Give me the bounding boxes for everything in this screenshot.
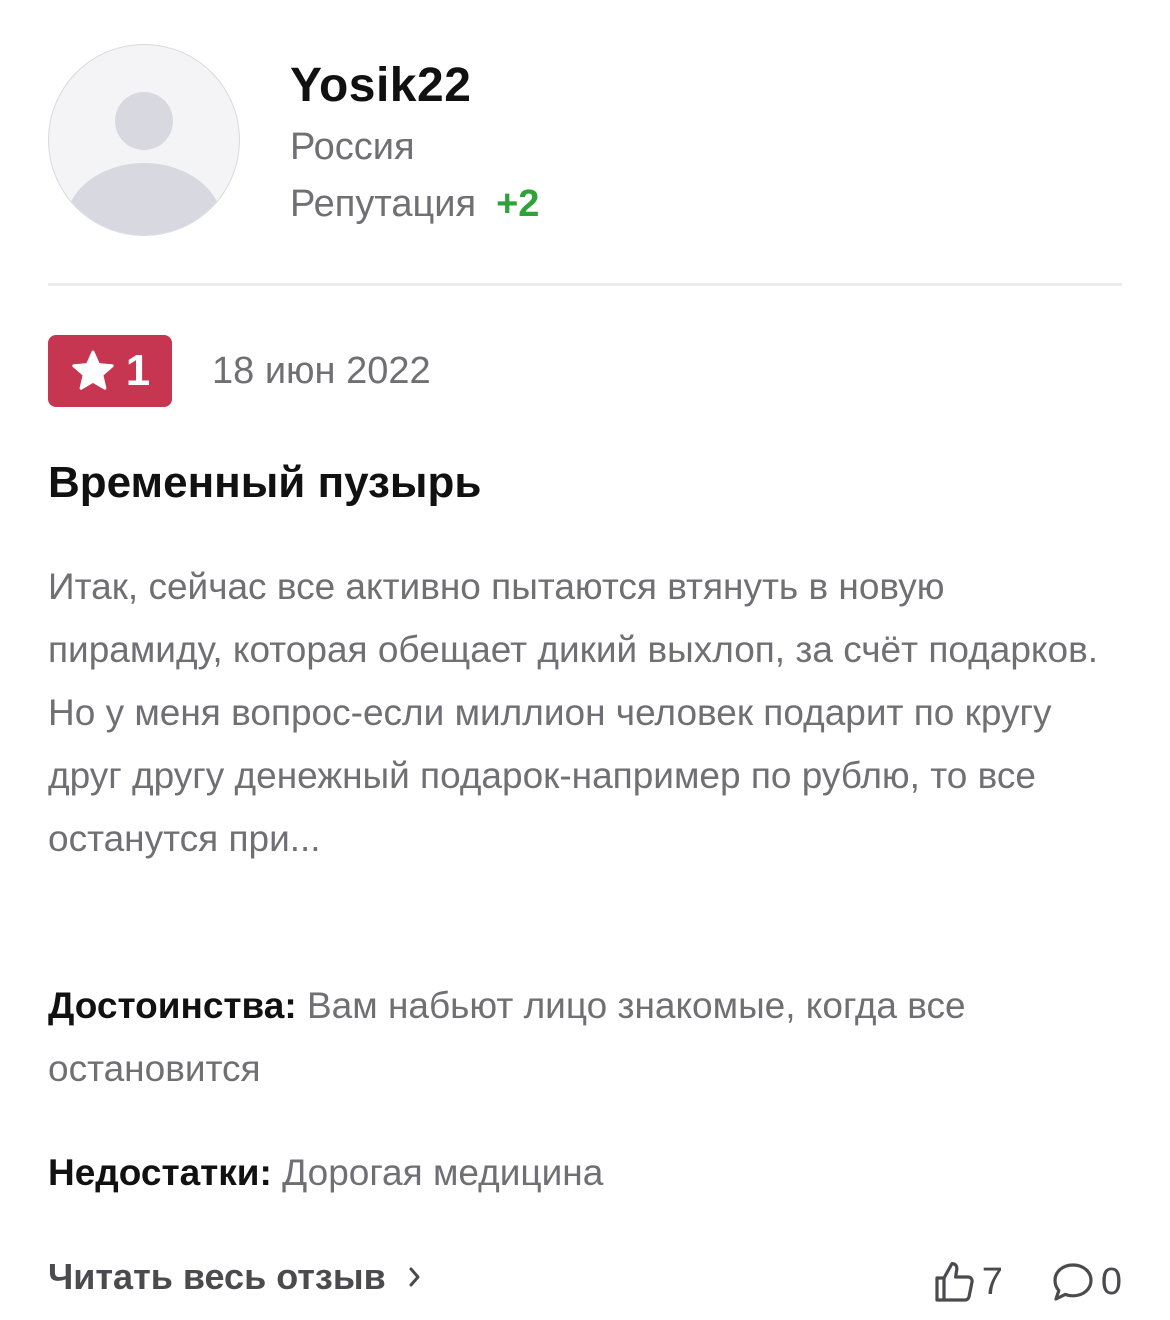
review-pros: Достоинства: Вам набьют лицо знакомые, к… — [48, 974, 1123, 1100]
cons-text: Дорогая медицина — [282, 1152, 604, 1193]
rating-badge: 1 — [48, 335, 172, 407]
author-name[interactable]: Yosik22 — [290, 58, 471, 113]
divider — [48, 283, 1122, 286]
read-more-label: Читать весь отзыв — [48, 1256, 386, 1297]
star-icon — [70, 349, 116, 393]
review-text: Итак, сейчас все активно пытаются втянут… — [48, 566, 1099, 859]
avatar[interactable] — [48, 44, 240, 236]
comment-bubble-icon — [1053, 1263, 1093, 1301]
rating-value: 1 — [125, 346, 151, 395]
cons-label: Недостатки: — [48, 1152, 272, 1193]
author-country: Россия — [290, 126, 415, 168]
reputation-label: Репутация — [290, 183, 477, 225]
review-title[interactable]: Временный пузырь — [48, 458, 481, 508]
comments-count: 0 — [1100, 1260, 1122, 1303]
reputation-value: +2 — [496, 183, 540, 225]
pros-label: Достоинства: — [48, 985, 297, 1026]
chevron-right-icon — [408, 1265, 422, 1289]
review-date: 18 июн 2022 — [212, 350, 431, 392]
thumbs-up-icon — [935, 1262, 974, 1302]
review-cons: Недостатки: Дорогая медицина — [48, 1141, 1123, 1204]
read-more-link[interactable]: Читать весь отзыв — [48, 1256, 422, 1298]
author-reputation: Репутация +2 — [290, 183, 539, 226]
like-button[interactable]: 7 — [930, 1258, 1003, 1306]
review-actions: 7 0 — [930, 1252, 1122, 1312]
comments-button[interactable]: 0 — [1049, 1258, 1122, 1306]
user-placeholder-icon — [66, 92, 222, 235]
likes-count: 7 — [981, 1260, 1003, 1303]
